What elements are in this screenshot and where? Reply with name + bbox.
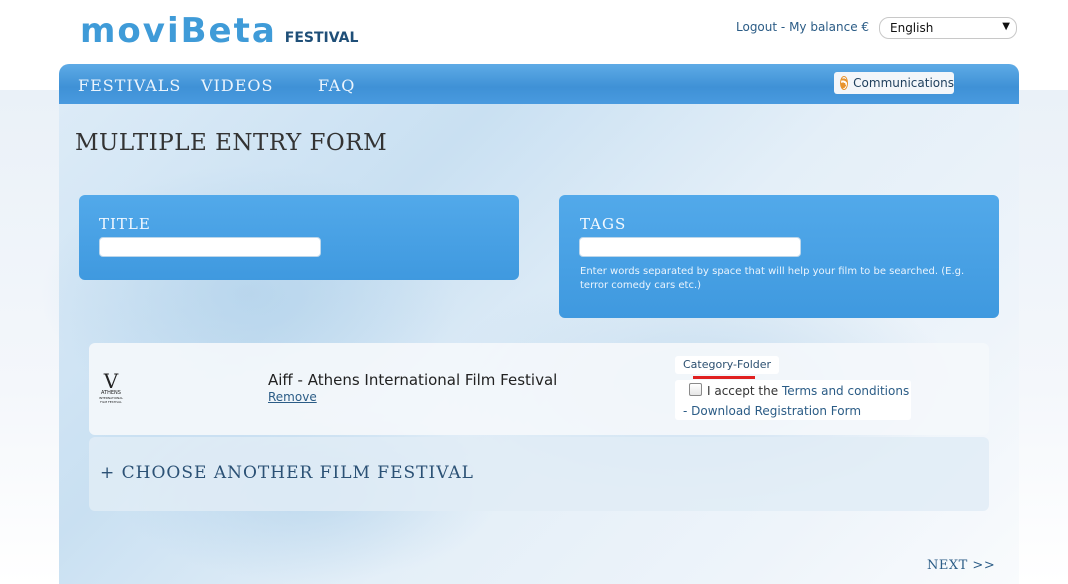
dropdown-arrow-icon: ▼: [1002, 21, 1010, 32]
accept-prefix: I accept the: [707, 384, 782, 398]
download-registration-link[interactable]: - Download Registration Form: [683, 404, 861, 418]
terms-link[interactable]: Terms and conditions: [782, 384, 909, 398]
next-button[interactable]: NEXT >>: [927, 558, 995, 573]
nav-faq[interactable]: FAQ: [318, 76, 355, 95]
tags-input[interactable]: [579, 237, 801, 257]
nav-festivals[interactable]: FESTIVALS: [78, 76, 181, 95]
top-account-links: Logout - My balance €: [736, 20, 869, 34]
language-select[interactable]: English ▼: [879, 17, 1017, 39]
rss-icon: [840, 76, 849, 90]
movibeta-logo[interactable]: moviBeta FESTIVAL: [80, 12, 358, 48]
logo-main-text: moviBeta: [80, 11, 277, 51]
accept-terms-checkbox[interactable]: [689, 383, 702, 396]
link-separator: -: [777, 20, 790, 34]
page-title: MULTIPLE ENTRY FORM: [75, 130, 388, 156]
balance-link[interactable]: My balance €: [789, 20, 869, 34]
communications-label: Communications: [853, 76, 954, 90]
nav-videos[interactable]: VIDEOS: [201, 76, 273, 95]
title-input[interactable]: [99, 237, 321, 257]
festival-logo: V ATHENS INTERNATIONAL FILM FESTIVAL: [97, 369, 125, 404]
highlight-underline: [693, 376, 755, 379]
tags-hint: Enter words separated by space that will…: [580, 266, 965, 291]
festival-name: Aiff - Athens International Film Festiva…: [268, 371, 558, 389]
logo-sub-text: FESTIVAL: [284, 30, 359, 46]
festival-logo-mark: V: [103, 369, 119, 393]
remove-festival-link[interactable]: Remove: [268, 390, 317, 404]
logout-link[interactable]: Logout: [736, 20, 777, 34]
tags-label: TAGS: [580, 215, 627, 233]
language-value: English: [890, 21, 934, 35]
choose-another-festival-button[interactable]: + CHOOSE ANOTHER FILM FESTIVAL: [100, 463, 474, 483]
communications-button[interactable]: Communications: [834, 72, 954, 94]
title-label: TITLE: [99, 215, 151, 233]
accept-terms-text: I accept the Terms and conditions: [707, 384, 909, 398]
festival-logo-subtext: INTERNATIONAL FILM FESTIVAL: [98, 396, 124, 404]
category-folder-select[interactable]: Category-Folder: [675, 356, 780, 374]
